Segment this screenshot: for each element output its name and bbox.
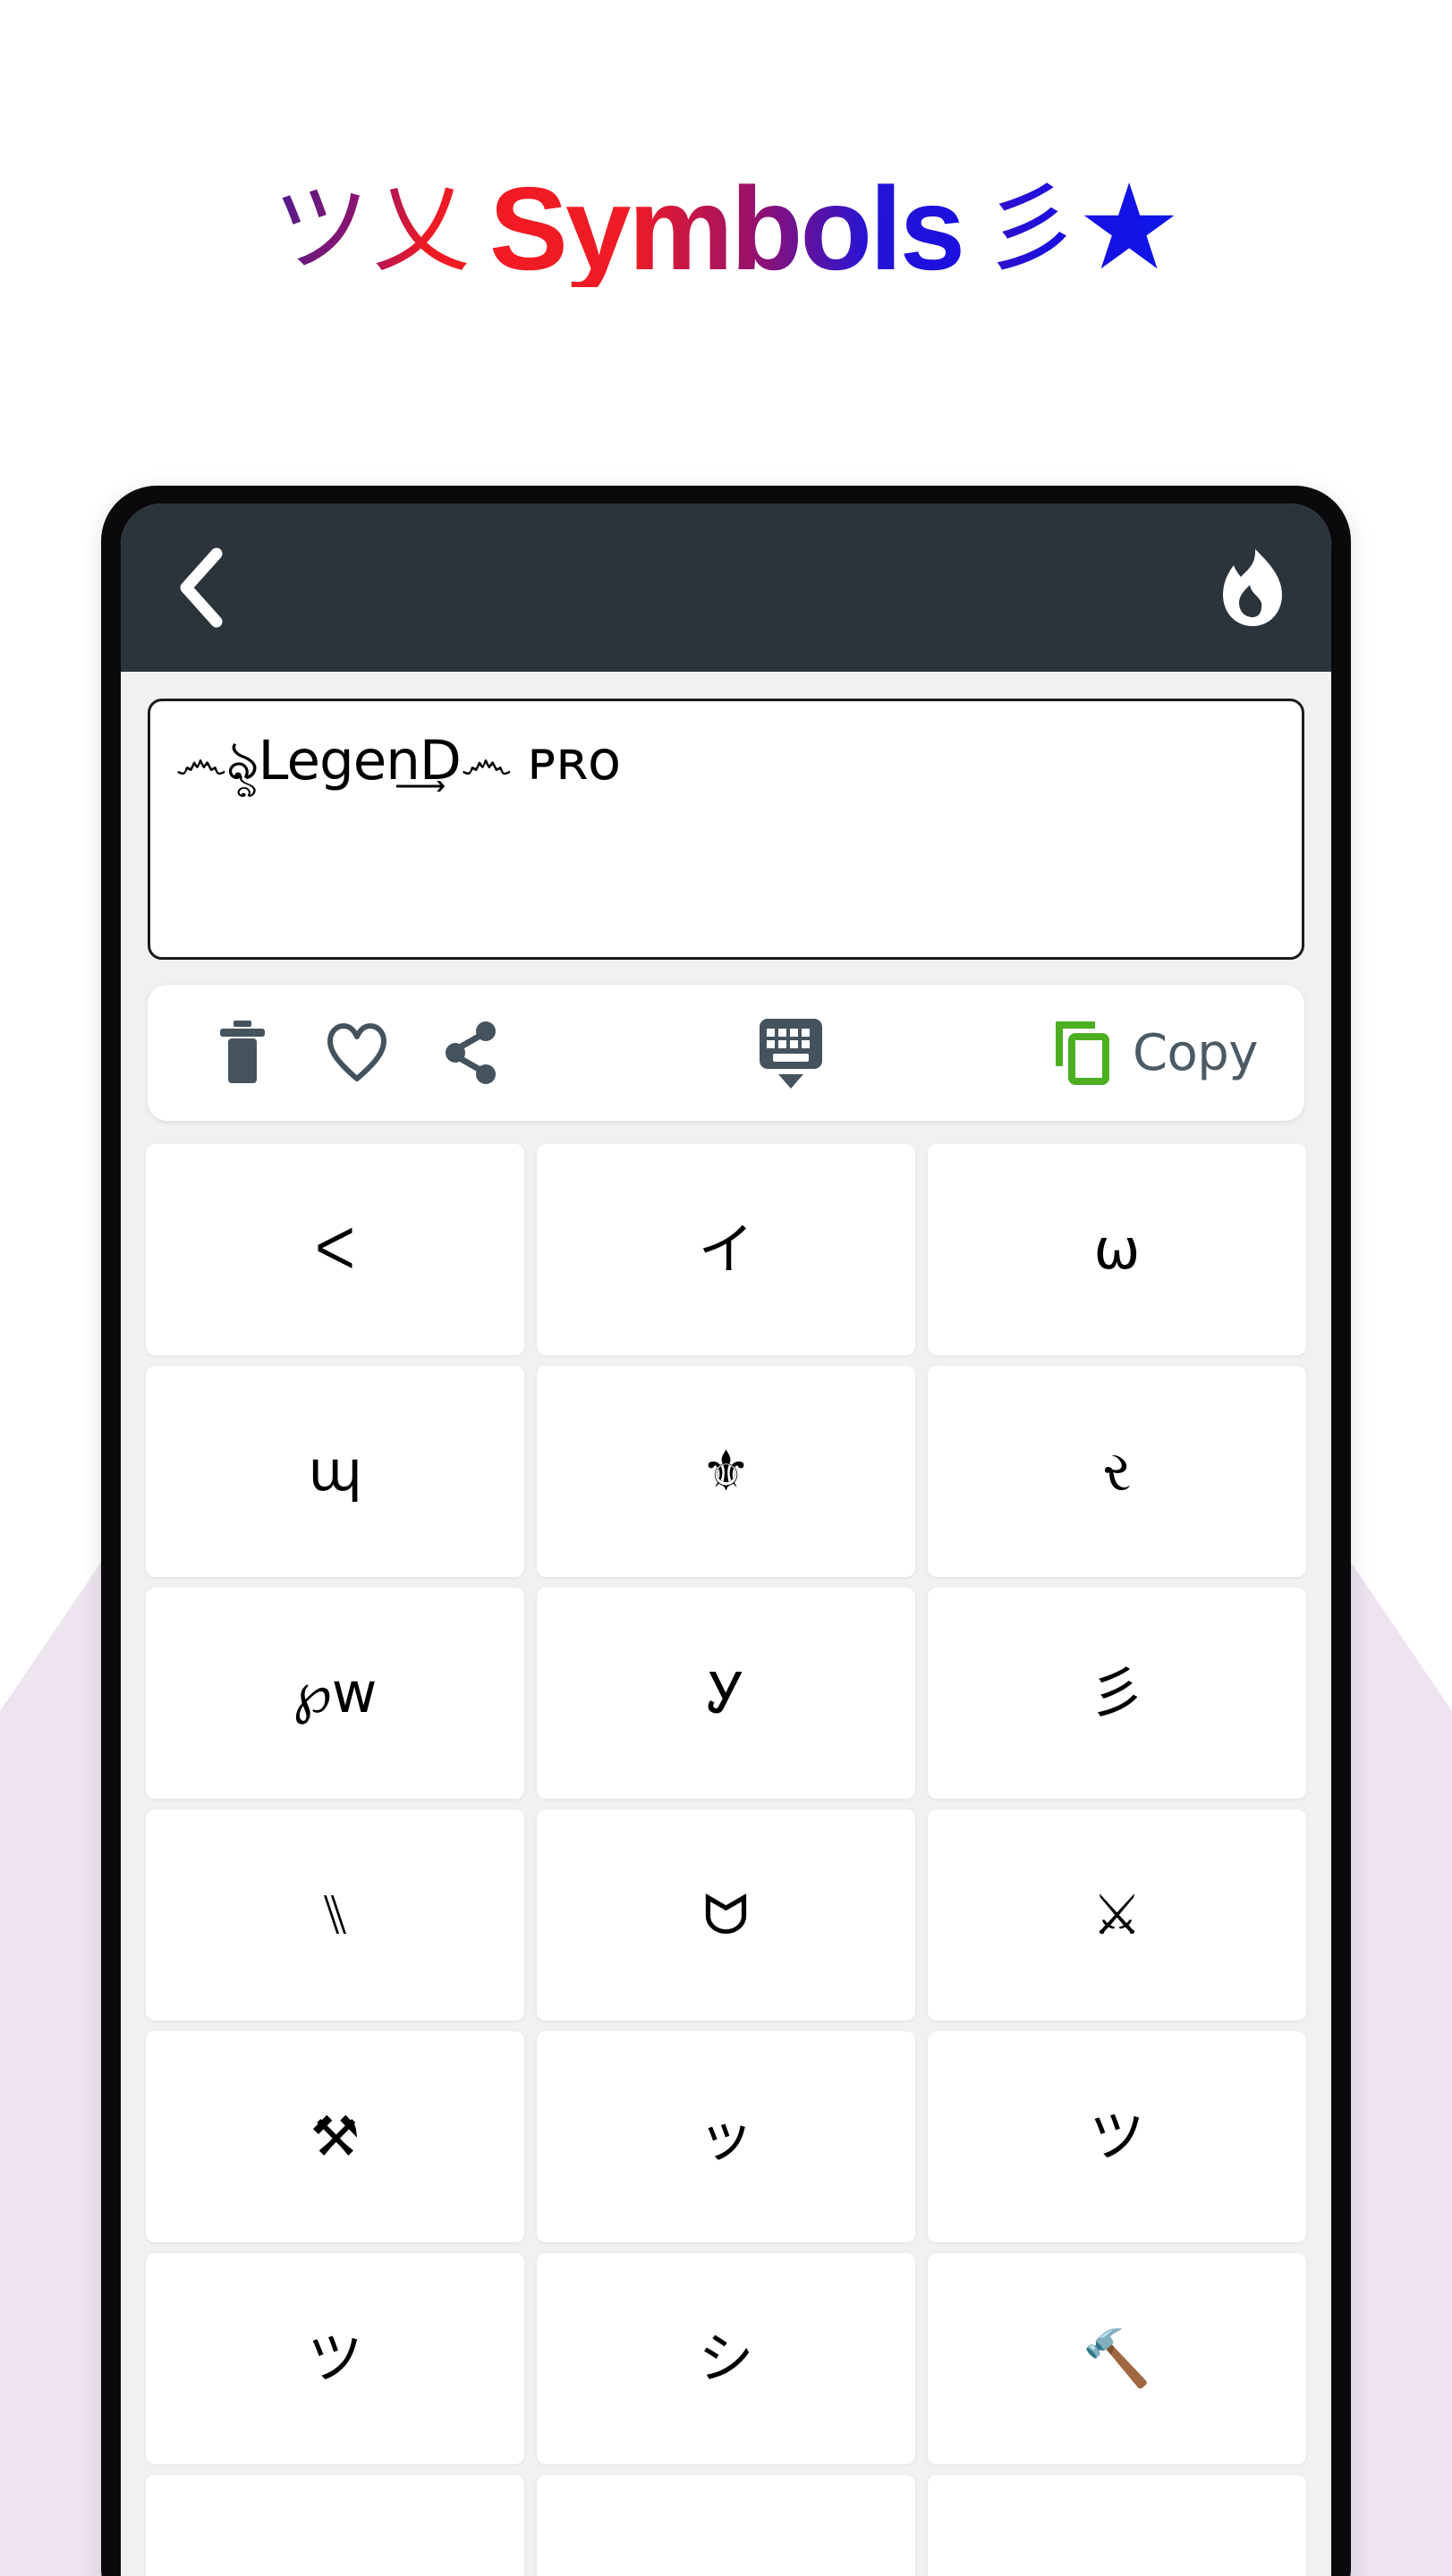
symbol-cell-9[interactable]: 彡	[928, 1588, 1306, 1799]
symbol-cell-20[interactable]	[537, 2475, 915, 2576]
symbol-glyph: ɰ	[308, 1438, 362, 1504]
symbol-glyph: Ꭹ	[707, 1660, 745, 1725]
action-toolbar: Copy	[148, 985, 1304, 1121]
symbol-cell-19[interactable]	[146, 2475, 524, 2576]
symbol-glyph: ッ	[698, 2104, 754, 2169]
symbol-glyph: ᐸ	[314, 1216, 356, 1282]
flame-icon	[1223, 549, 1282, 626]
copy-button-label: Copy	[1132, 1023, 1259, 1082]
hide-keyboard-button[interactable]	[529, 985, 1054, 1121]
trending-button[interactable]	[1210, 545, 1295, 631]
symbol-cell-2[interactable]: イ	[537, 1144, 915, 1355]
heart-icon	[327, 1023, 386, 1081]
toolbar-section: Copy	[121, 960, 1331, 1121]
symbol-glyph: ⑊	[318, 1882, 352, 1947]
symbol-cell-1[interactable]: ᐸ	[146, 1144, 524, 1355]
page-root: ツ乂 Symbols 彡★ ෴ৡLegen͢D෴ ᴘʀᴏ Copy ᐸ イ ѡ …	[0, 0, 1452, 2576]
input-section: ෴ৡLegen͢D෴ ᴘʀᴏ	[121, 672, 1331, 960]
symbol-glyph: ツ	[307, 2326, 363, 2391]
page-title-left-symbols: ツ乂	[273, 171, 489, 287]
symbol-glyph: ѡ	[1093, 1216, 1141, 1282]
page-title-word: Symbols	[488, 162, 965, 294]
symbol-glyph: ツ	[1089, 2104, 1145, 2169]
share-button[interactable]	[414, 985, 529, 1121]
app-bar	[121, 504, 1331, 672]
copy-button[interactable]: Copy	[1054, 985, 1274, 1121]
delete-button[interactable]	[185, 985, 300, 1121]
symbol-glyph: イ	[698, 1216, 754, 1282]
chevron-left-icon	[180, 547, 223, 628]
symbol-cell-21[interactable]	[928, 2475, 1306, 2576]
symbol-glyph: ર	[1102, 1438, 1132, 1504]
symbol-cell-16[interactable]: ツ	[146, 2253, 524, 2464]
page-title: ツ乂 Symbols 彡★	[0, 163, 1452, 287]
symbol-cell-3[interactable]: ѡ	[928, 1144, 1306, 1355]
trash-icon	[220, 1021, 265, 1083]
symbol-cell-17[interactable]: シ	[537, 2253, 915, 2464]
symbol-glyph: ℘ᴡ	[293, 1660, 378, 1725]
symbol-cell-12[interactable]: ⚔	[928, 1809, 1306, 2021]
symbol-grid: ᐸ イ ѡ ɰ ⚜ ર ℘ᴡ Ꭹ 彡 ⑊ ᗢ ⚔ ⚒ ッツツシ 🔨	[121, 1144, 1331, 2576]
symbol-cell-18[interactable]: 🔨	[928, 2253, 1306, 2464]
page-title-right-symbols: 彡★	[963, 171, 1179, 287]
symbol-cell-6[interactable]: ર	[928, 1366, 1306, 1577]
symbol-glyph: ⚜	[701, 1438, 751, 1504]
symbol-cell-11[interactable]: ᗢ	[537, 1809, 915, 2021]
symbol-glyph: ⚔	[1091, 1882, 1142, 1947]
symbol-glyph: シ	[698, 2326, 754, 2391]
symbol-cell-13[interactable]: ⚒	[146, 2031, 524, 2242]
symbol-cell-10[interactable]: ⑊	[146, 1809, 524, 2021]
symbol-cell-8[interactable]: Ꭹ	[537, 1588, 915, 1799]
symbol-cell-5[interactable]: ⚜	[537, 1366, 915, 1577]
symbol-cell-4[interactable]: ɰ	[146, 1366, 524, 1577]
share-icon	[446, 1021, 496, 1084]
keyboard-hide-icon	[760, 1019, 823, 1089]
symbol-cell-14[interactable]: ッ	[537, 2031, 915, 2242]
symbol-glyph: 🔨	[1082, 2326, 1152, 2391]
symbol-glyph: 彡	[1089, 1660, 1145, 1725]
favorite-button[interactable]	[300, 985, 414, 1121]
symbol-glyph: ᗢ	[702, 1882, 750, 1947]
symbol-cell-15[interactable]: ツ	[928, 2031, 1306, 2242]
symbol-text-input-value: ෴ৡLegen͢D෴ ᴘʀᴏ	[175, 729, 621, 792]
phone-screen: ෴ৡLegen͢D෴ ᴘʀᴏ Copy ᐸ イ ѡ ɰ ⚜ ર ℘ᴡ Ꭹ 彡 ⑊…	[121, 504, 1331, 2576]
phone-mockup: ෴ৡLegen͢D෴ ᴘʀᴏ Copy ᐸ イ ѡ ɰ ⚜ ર ℘ᴡ Ꭹ 彡 ⑊…	[101, 486, 1351, 2576]
back-button[interactable]	[157, 545, 242, 631]
symbol-cell-7[interactable]: ℘ᴡ	[146, 1588, 524, 1799]
symbol-text-input[interactable]: ෴ৡLegen͢D෴ ᴘʀᴏ	[148, 699, 1304, 960]
symbol-glyph: ⚒	[310, 2104, 361, 2169]
copy-icon	[1055, 1021, 1109, 1085]
